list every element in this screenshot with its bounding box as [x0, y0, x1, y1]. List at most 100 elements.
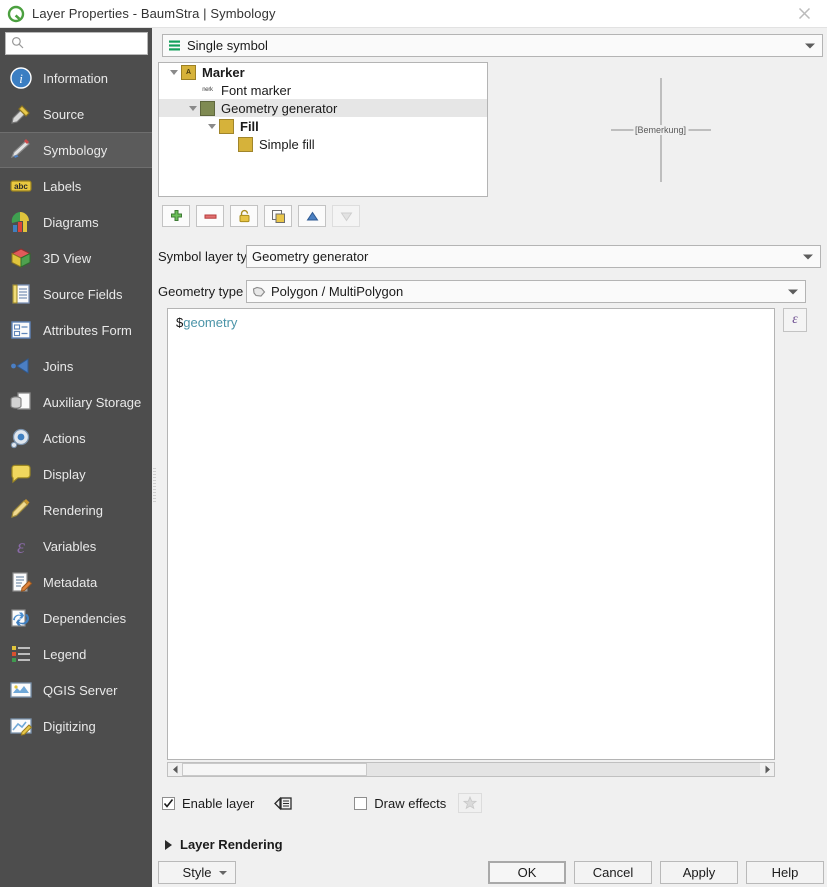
- sidebar-item-labels[interactable]: abc Labels: [0, 168, 152, 204]
- move-layer-down-button: [332, 205, 360, 227]
- style-button[interactable]: Style: [158, 861, 236, 884]
- display-balloon-icon: [8, 461, 34, 487]
- tree-item-label: Font marker: [221, 82, 292, 98]
- chevron-down-icon[interactable]: [205, 123, 219, 129]
- sidebar-item-label: Rendering: [43, 502, 103, 518]
- chevron-down-icon: [803, 254, 813, 259]
- chevron-down-icon: [805, 43, 815, 48]
- svg-text:ε: ε: [17, 536, 25, 558]
- ok-button[interactable]: OK: [488, 861, 566, 884]
- sidebar-item-label: Information: [43, 70, 109, 86]
- sidebar-item-rendering[interactable]: Rendering: [0, 492, 152, 528]
- enable-layer-checkbox[interactable]: [162, 796, 175, 810]
- auxiliary-storage-icon: [8, 389, 34, 415]
- style-button-label: Style: [182, 865, 212, 880]
- sidebar-item-label: Auxiliary Storage: [43, 394, 142, 410]
- rendering-brush-icon: [8, 497, 34, 523]
- sidebar-item-digitizing[interactable]: Digitizing: [0, 708, 152, 744]
- tree-item[interactable]: Simple fill: [159, 135, 487, 153]
- data-defined-override-icon[interactable]: [272, 793, 296, 813]
- sidebar-item-source[interactable]: Source: [0, 96, 152, 132]
- close-icon[interactable]: [781, 0, 827, 27]
- sidebar-item-symbology[interactable]: Symbology: [0, 132, 152, 168]
- sidebar-item-metadata[interactable]: Metadata: [0, 564, 152, 600]
- sidebar-item-3d-view[interactable]: 3D View: [0, 240, 152, 276]
- information-icon: i: [8, 65, 34, 91]
- cancel-button[interactable]: Cancel: [574, 861, 652, 884]
- sidebar-item-information[interactable]: i Information: [0, 60, 152, 96]
- sidebar-item-label: Diagrams: [43, 214, 99, 230]
- sidebar-item-diagrams[interactable]: Diagrams: [0, 204, 152, 240]
- diagrams-icon: [8, 209, 34, 235]
- apply-button[interactable]: Apply: [660, 861, 738, 884]
- geometry-type-row: Geometry type Polygon / MultiPolygon: [158, 280, 827, 303]
- swatch-icon: [200, 100, 215, 116]
- draw-effects-label: Draw effects: [374, 795, 447, 811]
- expression-builder-button[interactable]: ε: [783, 308, 807, 332]
- sidebar-item-label: Digitizing: [43, 718, 96, 734]
- labels-abc-icon: abc: [8, 173, 34, 199]
- sidebar-item-legend[interactable]: Legend: [0, 636, 152, 672]
- sidebar-item-source-fields[interactable]: Source Fields: [0, 276, 152, 312]
- window-titlebar: Layer Properties - BaumStra | Symbology: [0, 0, 827, 28]
- sidebar-item-actions[interactable]: Actions: [0, 420, 152, 456]
- scroll-left-icon[interactable]: [168, 763, 182, 776]
- sidebar-nav: i Information Source Symbology abc Labels Diag…: [0, 60, 152, 744]
- lock-layer-colors-button[interactable]: [230, 205, 258, 227]
- effects-star-icon: [458, 793, 483, 813]
- preview-label: [Bemerkung]: [632, 124, 689, 135]
- tree-item[interactable]: A Marker: [159, 63, 487, 81]
- swatch-icon: [219, 118, 234, 134]
- sidebar-item-dependencies[interactable]: Dependencies: [0, 600, 152, 636]
- scrollbar-thumb[interactable]: [182, 763, 367, 776]
- search-input[interactable]: [28, 35, 138, 52]
- search-box[interactable]: [5, 32, 148, 55]
- tree-item[interactable]: Geometry generator: [159, 99, 487, 117]
- move-layer-up-button[interactable]: [298, 205, 326, 227]
- symbol-preview: [Bemerkung]: [494, 62, 827, 197]
- sidebar-item-label: Actions: [43, 430, 86, 446]
- duplicate-symbol-layer-button[interactable]: [264, 205, 292, 227]
- renderer-select[interactable]: Single symbol: [162, 34, 823, 57]
- sidebar-item-variables[interactable]: ε Variables: [0, 528, 152, 564]
- svg-text:abc: abc: [14, 182, 28, 191]
- add-symbol-layer-button[interactable]: [162, 205, 190, 227]
- geometry-expression-editor[interactable]: $geometry: [167, 308, 775, 760]
- legend-icon: [8, 641, 34, 667]
- chevron-down-icon[interactable]: [167, 69, 181, 75]
- sidebar-item-label: 3D View: [43, 250, 92, 266]
- sidebar-item-joins[interactable]: Joins: [0, 348, 152, 384]
- sidebar-item-label: Joins: [43, 358, 74, 374]
- tree-item-label: Marker: [202, 64, 245, 80]
- remove-symbol-layer-button[interactable]: [196, 205, 224, 227]
- sidebar-item-attributes-form[interactable]: Attributes Form: [0, 312, 152, 348]
- symbology-brush-icon: [8, 137, 34, 163]
- sidebar-item-label: Display: [43, 466, 86, 482]
- polygon-icon: [252, 286, 266, 298]
- sidebar-item-qgis-server[interactable]: QGIS Server: [0, 672, 152, 708]
- draw-effects-checkbox[interactable]: [354, 796, 368, 810]
- epsilon-icon: ε: [792, 312, 798, 327]
- tree-item[interactable]: nerk Font marker: [159, 81, 487, 99]
- symbol-layer-tree[interactable]: A Marker nerk Font marker Geometry generator…: [158, 62, 488, 197]
- sidebar-item-label: Symbology: [43, 142, 108, 158]
- editor-horizontal-scrollbar[interactable]: [167, 762, 775, 777]
- scroll-right-icon[interactable]: [760, 763, 774, 776]
- sidebar-item-label: QGIS Server: [43, 682, 118, 698]
- enable-layer-label: Enable layer: [182, 795, 255, 811]
- sidebar-item-display[interactable]: Display: [0, 456, 152, 492]
- tree-item[interactable]: Fill: [159, 117, 487, 135]
- symbol-layer-type-select[interactable]: Geometry generator: [246, 245, 821, 268]
- scrollbar-track[interactable]: [182, 763, 760, 776]
- geometry-type-select[interactable]: Polygon / MultiPolygon: [246, 280, 806, 303]
- sidebar-item-label: Metadata: [43, 574, 98, 590]
- layer-rendering-section[interactable]: Layer Rendering: [162, 837, 283, 852]
- chevron-down-icon[interactable]: [186, 105, 200, 111]
- dependencies-icon: [8, 605, 34, 631]
- qgis-server-icon: [8, 677, 34, 703]
- help-button[interactable]: Help: [746, 861, 824, 884]
- checkmark-icon: [163, 798, 174, 808]
- tree-item-label: Simple fill: [259, 136, 315, 152]
- sidebar-item-auxiliary-storage[interactable]: Auxiliary Storage: [0, 384, 152, 420]
- actions-gear-icon: [8, 425, 34, 451]
